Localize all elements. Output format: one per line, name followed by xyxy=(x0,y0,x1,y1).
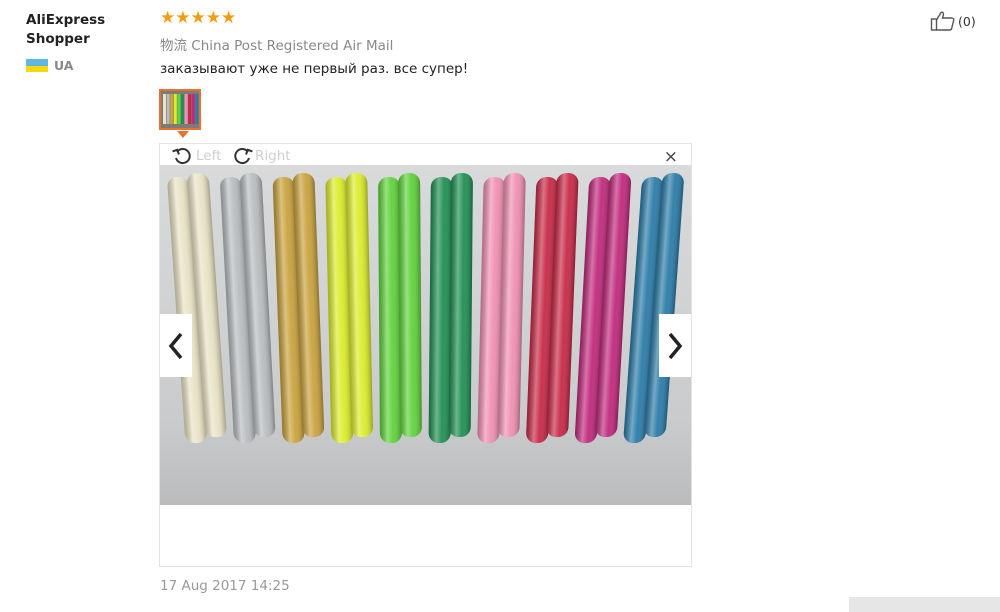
glue-stick xyxy=(448,173,473,437)
shipping-prefix: 物流 xyxy=(160,38,187,54)
rotate-left-icon xyxy=(172,148,191,165)
review-photo-thumbnail[interactable] xyxy=(159,89,201,130)
reviewer-country: UA xyxy=(26,58,73,73)
star-icon: ★ xyxy=(221,8,237,28)
review-photo xyxy=(160,165,691,505)
next-photo-button[interactable] xyxy=(659,314,691,377)
thumbnail-selected-indicator xyxy=(177,131,189,138)
star-icon: ★ xyxy=(160,8,176,28)
previous-photo-button[interactable] xyxy=(160,314,192,377)
thumbs-up-icon xyxy=(930,11,955,31)
helpful-button[interactable]: (0) xyxy=(930,10,976,32)
rotate-left-label: Left xyxy=(196,148,222,164)
review-date: 17 Aug 2017 14:25 xyxy=(160,578,290,594)
rotate-right-label: Right xyxy=(255,148,291,164)
chevron-right-icon xyxy=(668,332,683,359)
shipping-method: China Post Registered Air Mail xyxy=(191,38,394,54)
rotate-left-button[interactable]: Left xyxy=(172,146,221,166)
rotate-right-button[interactable]: Right xyxy=(231,146,291,166)
rating-stars: ★ ★ ★ ★ ★ xyxy=(160,9,236,27)
reviewer-name: AliExpress Shopper xyxy=(26,12,106,47)
review-text: заказывают уже не первый раз. все супер! xyxy=(160,61,469,77)
ukraine-flag-icon xyxy=(26,59,48,72)
glue-stick xyxy=(398,173,422,437)
chevron-left-icon xyxy=(168,332,183,359)
close-viewer-button[interactable]: × xyxy=(664,147,678,167)
rotate-right-icon xyxy=(234,148,253,165)
glue-stick xyxy=(378,177,402,443)
star-icon: ★ xyxy=(205,8,221,28)
helpful-count: (0) xyxy=(958,13,976,29)
corner-overlay xyxy=(849,597,1000,612)
star-icon: ★ xyxy=(175,8,191,28)
country-code: UA xyxy=(54,58,74,73)
photo-viewer: Left Right × xyxy=(159,143,692,567)
shipping-info: 物流 China Post Registered Air Mail xyxy=(160,34,393,54)
star-icon: ★ xyxy=(190,8,206,28)
